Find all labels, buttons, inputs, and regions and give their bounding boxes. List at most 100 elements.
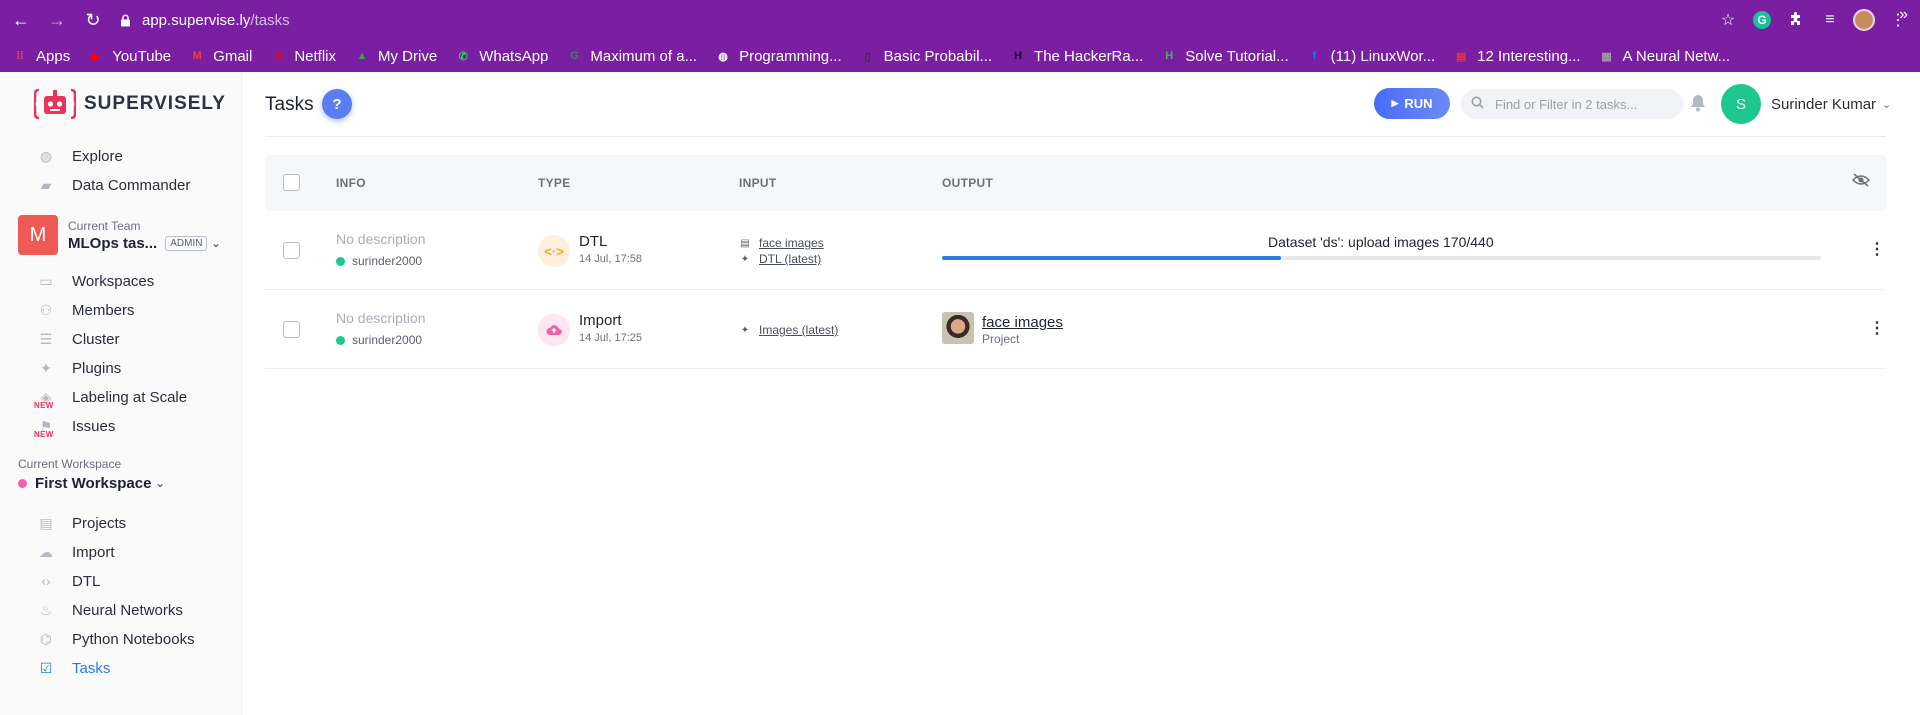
table-row[interactable]: No description surinder2000 <·> DTL 14 J… bbox=[265, 211, 1886, 290]
flame-icon: ♨ bbox=[39, 601, 53, 618]
reload-icon[interactable]: ↻ bbox=[78, 5, 108, 35]
bookmark-item[interactable]: ⁞⁞ Apps bbox=[12, 48, 70, 65]
workspace-name: First Workspace bbox=[35, 475, 152, 492]
search-box[interactable] bbox=[1461, 89, 1683, 119]
sidebar-item-dtl[interactable]: ‹› DTL bbox=[36, 570, 100, 592]
bookmark-item[interactable]: ✆ WhatsApp bbox=[455, 48, 549, 65]
facebook-icon: f bbox=[1312, 50, 1317, 62]
user-menu[interactable]: Surinder Kumar ⌄ bbox=[1771, 96, 1891, 113]
select-all-checkbox[interactable] bbox=[283, 174, 300, 191]
sidebar-item-label: Neural Networks bbox=[72, 601, 183, 619]
sidebar-item-label: Cluster bbox=[72, 330, 120, 348]
task-user: surinder2000 bbox=[336, 333, 422, 347]
sidebar-item-import[interactable]: ☁ Import bbox=[36, 541, 115, 563]
user-avatar[interactable]: S bbox=[1721, 84, 1761, 124]
sidebar-item-issues[interactable]: ⚑ NEW Issues bbox=[34, 415, 115, 440]
chevron-down-icon[interactable]: ⌄ bbox=[211, 237, 220, 250]
column-header-input[interactable]: INPUT bbox=[739, 176, 777, 190]
bookmark-label: The HackerRa... bbox=[1034, 47, 1144, 65]
team-name-text: MLOps tas... bbox=[68, 234, 158, 252]
status-dot bbox=[336, 335, 345, 345]
sidebar-item-explore[interactable]: ◍ Explore bbox=[36, 145, 123, 167]
bell-icon[interactable] bbox=[1690, 94, 1710, 114]
sidebar-item-label: Members bbox=[72, 301, 135, 319]
profile-avatar[interactable] bbox=[1852, 8, 1876, 32]
back-arrow-icon[interactable]: ← bbox=[6, 5, 36, 35]
sidebar-item-data-commander[interactable]: ▰ Data Commander bbox=[36, 174, 191, 196]
role-badge: ADMIN bbox=[165, 235, 208, 251]
sidebar-item-tasks[interactable]: ☑ Tasks bbox=[36, 657, 111, 679]
input-link[interactable]: ▤ face images bbox=[739, 236, 823, 250]
lock-icon bbox=[116, 11, 134, 29]
bookmark-item[interactable]: ▶ YouTube bbox=[88, 48, 171, 65]
row-checkbox[interactable] bbox=[283, 242, 300, 259]
input-link[interactable]: ✦ Images (latest) bbox=[739, 323, 839, 337]
sidebar-item-workspaces[interactable]: ▭ Workspaces bbox=[36, 270, 154, 292]
sidebar-item-members[interactable]: ⚇ Members bbox=[36, 299, 135, 321]
bookmark-label: Gmail bbox=[213, 47, 253, 65]
sidebar-item-plugins[interactable]: ✦ Plugins bbox=[36, 357, 121, 379]
bookmark-item[interactable]: ▦ A Neural Netw... bbox=[1599, 47, 1731, 65]
team-avatar: M bbox=[18, 215, 58, 255]
eye-off-icon[interactable] bbox=[1851, 173, 1872, 193]
grammarly-extension-icon[interactable]: G bbox=[1750, 8, 1774, 32]
current-workspace-label: Current Workspace bbox=[18, 457, 122, 471]
input-link[interactable]: ✦ DTL (latest) bbox=[739, 252, 821, 266]
bookmark-item[interactable]: H The HackerRa... bbox=[1010, 48, 1143, 65]
run-button[interactable]: ▶ RUN bbox=[1374, 88, 1450, 119]
header-divider bbox=[265, 136, 1886, 137]
bookmark-item[interactable]: M Gmail bbox=[189, 47, 253, 65]
bookmark-item[interactable]: ◍ Programming... bbox=[715, 48, 841, 65]
row-checkbox[interactable] bbox=[283, 321, 300, 338]
bookmark-item[interactable]: ▤ 12 Interesting... bbox=[1453, 48, 1581, 65]
bookmark-item[interactable]: N Netflix bbox=[270, 48, 336, 65]
workspace-color-dot bbox=[18, 479, 27, 488]
chevron-down-icon[interactable]: ⌄ bbox=[155, 477, 164, 490]
bookmark-item[interactable]: ▲ My Drive bbox=[354, 48, 438, 65]
project-thumbnail[interactable] bbox=[942, 312, 974, 344]
bookmark-label: A Neural Netw... bbox=[1622, 47, 1731, 65]
star-icon[interactable]: ☆ bbox=[1716, 8, 1740, 32]
team-switcher[interactable]: M Current Team MLOps tas... ADMIN ⌄ bbox=[18, 215, 221, 255]
more-vertical-icon[interactable]: ⋮ bbox=[1869, 239, 1885, 259]
bookmark-item[interactable]: H Solve Tutorial... bbox=[1161, 48, 1288, 65]
bookmarks-bar: ⁞⁞ Apps ▶ YouTube M Gmail N Netflix ▲ My Drive ✆ Wh… bbox=[0, 40, 1920, 72]
task-date: 14 Jul, 17:58 bbox=[579, 253, 642, 265]
sidebar-item-label: Tasks bbox=[72, 659, 111, 677]
column-header-info[interactable]: INFO bbox=[336, 176, 366, 190]
task-description: No description bbox=[336, 310, 426, 326]
sidebar-item-labeling-at-scale[interactable]: ◈ NEW Labeling at Scale bbox=[34, 386, 187, 411]
status-dot bbox=[336, 256, 345, 266]
bookmark-item[interactable]: G Maximum of a... bbox=[566, 48, 697, 65]
output-project-link[interactable]: face images bbox=[982, 314, 1063, 331]
more-vertical-icon[interactable]: ⋮ bbox=[1869, 318, 1885, 338]
sidebar-item-python-notebooks[interactable]: ⌬ Python Notebooks bbox=[36, 628, 195, 650]
help-button[interactable]: ? bbox=[322, 89, 352, 119]
reading-list-icon[interactable]: ≡ bbox=[1818, 8, 1842, 32]
input-link-label: Images (latest) bbox=[759, 323, 839, 337]
task-user-name: surinder2000 bbox=[352, 254, 423, 268]
flag-icon: ⚑ NEW bbox=[34, 417, 54, 440]
gfg-icon: G bbox=[570, 50, 579, 62]
bookmarks-overflow-icon[interactable]: » bbox=[1899, 6, 1908, 24]
bookmark-item[interactable]: ▯ Basic Probabil... bbox=[860, 48, 992, 65]
column-header-output[interactable]: OUTPUT bbox=[942, 176, 993, 190]
python-icon: ⌬ bbox=[39, 630, 53, 647]
sidebar-item-projects[interactable]: ▤ Projects bbox=[36, 512, 126, 534]
sidebar-item-neural-networks[interactable]: ♨ Neural Networks bbox=[36, 599, 183, 621]
workspace-switcher[interactable]: First Workspace ⌄ bbox=[18, 475, 165, 492]
bookmark-item[interactable]: f (11) LinuxWor... bbox=[1307, 48, 1435, 65]
sidebar-item-cluster[interactable]: ☰ Cluster bbox=[36, 328, 120, 350]
address-bar[interactable]: app.supervise.ly/tasks bbox=[116, 4, 1708, 36]
output-progress-text: Dataset 'ds': upload images 170/440 bbox=[1268, 234, 1494, 250]
extensions-puzzle-icon[interactable] bbox=[1784, 8, 1808, 32]
puzzle-icon: ✦ bbox=[740, 324, 750, 336]
forward-arrow-icon[interactable]: → bbox=[42, 5, 72, 35]
new-badge: NEW bbox=[34, 430, 54, 439]
search-input[interactable] bbox=[1495, 96, 1675, 112]
url-path: /tasks bbox=[250, 11, 290, 29]
checkbox-icon: ☑ bbox=[39, 659, 53, 676]
table-row[interactable]: No description surinder2000 Import 14 Ju… bbox=[265, 290, 1886, 369]
supervisely-logo[interactable]: SUPERVISELY bbox=[32, 86, 226, 122]
column-header-type[interactable]: TYPE bbox=[538, 176, 571, 190]
